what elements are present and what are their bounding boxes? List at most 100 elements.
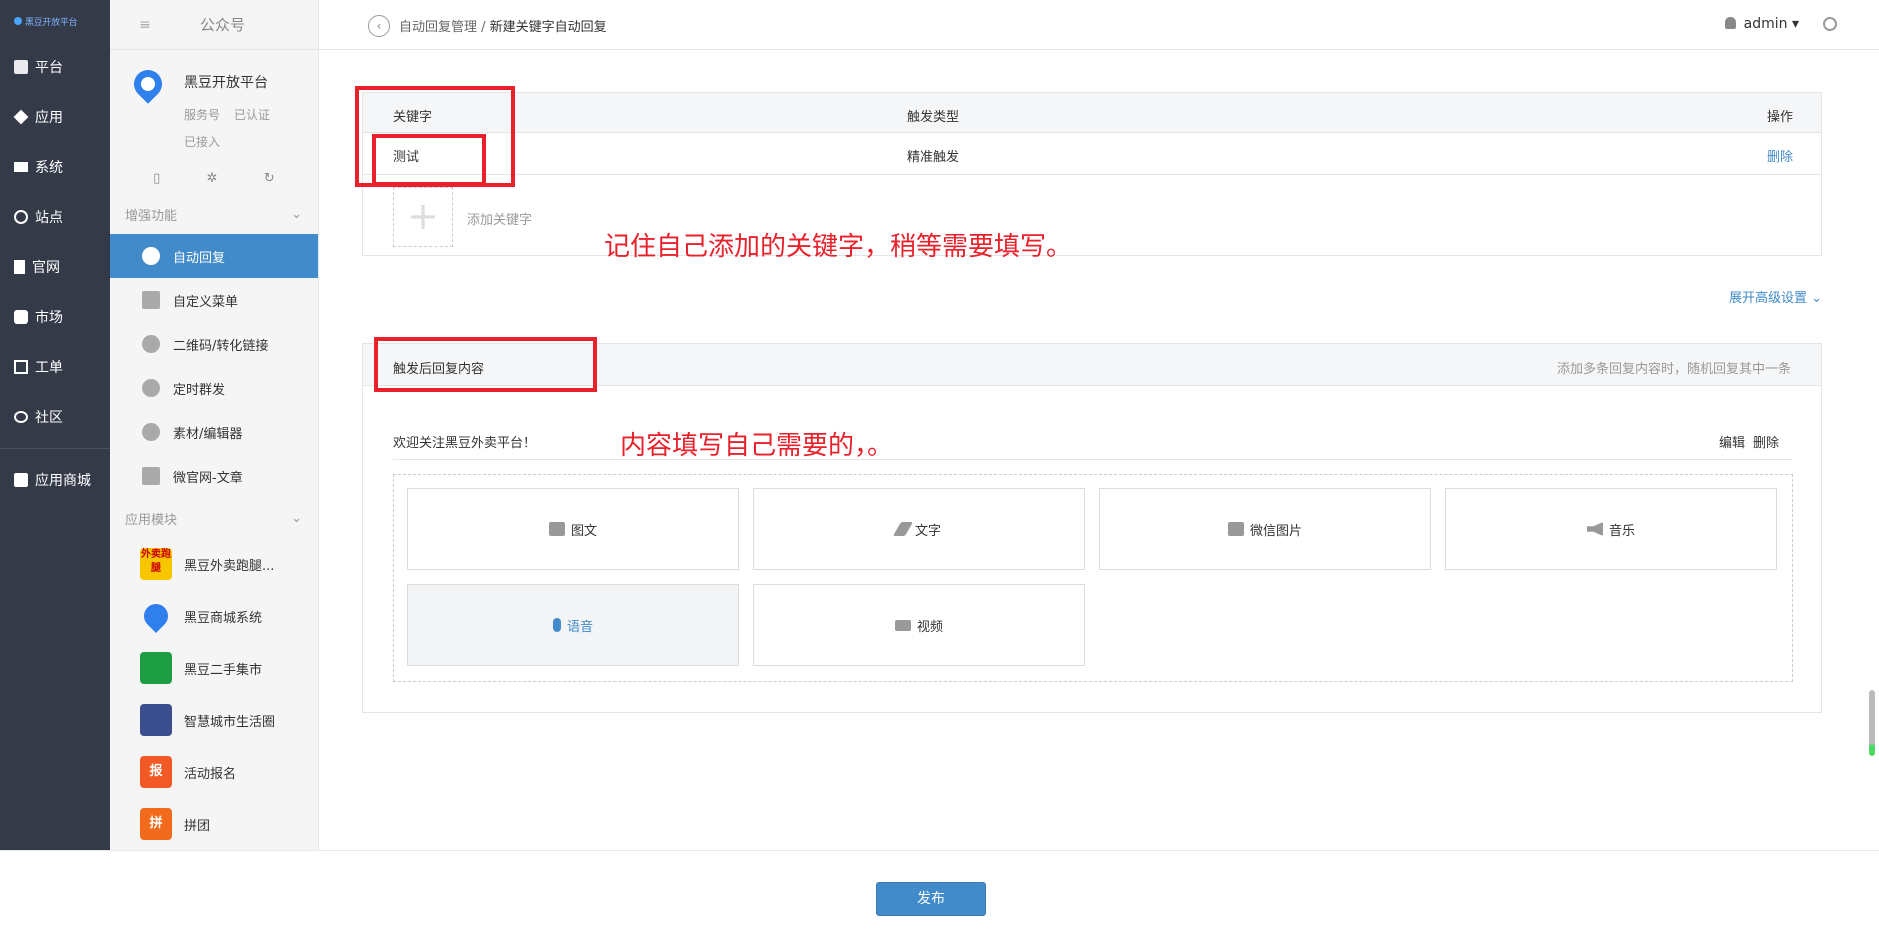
account-name: 黑豆开放平台 [184, 75, 268, 91]
tile-label: 音乐 [1608, 523, 1635, 539]
brand-logo[interactable]: 黑豆开放平台 [0, 0, 110, 42]
sidebar-item-label: 微官网-文章 [173, 470, 243, 486]
app-item-label: 黑豆二手集市 [184, 662, 263, 678]
back-arrow-icon[interactable]: ‹ [368, 15, 390, 37]
picture-icon [1227, 522, 1244, 536]
sidebar-item-label: 自定义菜单 [173, 294, 239, 310]
app-item-delivery[interactable]: 外卖跑腿 黑豆外卖跑腿... [110, 538, 318, 590]
gear-icon[interactable]: ✲ [207, 171, 218, 186]
nav-item-app-store[interactable]: 应用商城 [0, 455, 110, 505]
checkbox-icon [14, 360, 28, 374]
add-keyword-label[interactable]: 添加关键字 [467, 209, 532, 228]
nav-label: 站点 [35, 210, 63, 226]
nav-label: 工单 [35, 360, 63, 376]
advanced-label: 展开高级设置 [1728, 291, 1807, 306]
sidebar-item-label: 素材/编辑器 [173, 426, 243, 442]
reply-type-text[interactable]: 文字 [753, 488, 1085, 570]
reply-type-music[interactable]: 音乐 [1445, 488, 1777, 570]
top-header: ‹ 自动回复管理 / 新建关键字自动回复 admin ▾ [319, 0, 1879, 50]
trigger-value: 精准触发 [907, 150, 960, 165]
market-icon [14, 310, 28, 324]
refresh-icon[interactable]: ↻ [264, 171, 275, 186]
event-app-icon: 报 [140, 756, 172, 788]
notification-icon[interactable] [1823, 17, 1837, 31]
nav-item-website[interactable]: 官网 [0, 242, 110, 292]
reply-hint: 添加多条回复内容时，随机回复其中一条 [1556, 362, 1791, 377]
nav-label: 应用 [35, 110, 63, 126]
nav-label: 应用商城 [35, 473, 91, 489]
app-item-label: 活动报名 [184, 766, 237, 782]
reply-type-voice[interactable]: 语音 [407, 584, 739, 666]
sidebar-item-qrcode[interactable]: 二维码/转化链接 [110, 322, 318, 366]
edit-reply-link[interactable]: 编辑 [1719, 432, 1745, 451]
nav-item-system[interactable]: 系统 [0, 142, 110, 192]
nav-label: 系统 [35, 160, 63, 176]
breadcrumb-parent[interactable]: 自动回复管理 / [399, 20, 486, 35]
group-enhance[interactable]: 增强功能 ⌄ [110, 194, 318, 234]
edit-doc-icon [142, 291, 160, 309]
reply-type-video[interactable]: 视频 [753, 584, 1085, 666]
logo-icon [14, 17, 22, 25]
account-card: 黑豆开放平台 服务号 已认证 已接入 [110, 50, 318, 162]
delete-keyword-link[interactable]: 删除 [1767, 146, 1793, 165]
main-nav: 黑豆开放平台 平台 应用 系统 站点 官网 市场 工单 社区 应用商城 [0, 0, 110, 850]
keyword-table-header: 关键字 触发类型 操作 [363, 93, 1821, 133]
reply-panel: 触发后回复内容 添加多条回复内容时，随机回复其中一条 欢迎关注黑豆外卖平台！ 编… [362, 343, 1822, 713]
reply-type-grid: 图文 文字 微信图片 音乐 语音 视频 [393, 474, 1793, 682]
breadcrumb-current: 新建关键字自动回复 [489, 20, 607, 35]
user-name: admin [1743, 16, 1788, 32]
sidebar-item-scheduled-send[interactable]: 定时群发 [110, 366, 318, 410]
video-icon [894, 619, 911, 631]
nav-item-apps[interactable]: 应用 [0, 92, 110, 142]
app-item-secondhand[interactable]: 黑豆二手集市 [110, 642, 318, 694]
chat-icon [142, 247, 160, 265]
delete-reply-link[interactable]: 删除 [1753, 432, 1779, 451]
app-item-mall[interactable]: 黑豆商城系统 [110, 590, 318, 642]
reply-item: 欢迎关注黑豆外卖平台！ 编辑 删除 [393, 430, 1793, 460]
app-item-event[interactable]: 报活动报名 [110, 746, 318, 798]
nav-item-site[interactable]: 站点 [0, 192, 110, 242]
tile-label: 视频 [916, 619, 943, 635]
nav-item-market[interactable]: 市场 [0, 292, 110, 342]
group-label: 增强功能 [125, 208, 178, 224]
monitor-icon [14, 162, 28, 172]
sidebar-item-materials[interactable]: 素材/编辑器 [110, 410, 318, 454]
group-apps[interactable]: 应用模块 ⌄ [110, 498, 318, 538]
reply-type-image[interactable]: 微信图片 [1099, 488, 1431, 570]
user-icon [1724, 17, 1736, 29]
group-label: 应用模块 [125, 512, 178, 528]
app-item-group-buy[interactable]: 拼拼团 [110, 798, 318, 850]
pencil-icon [892, 522, 914, 536]
sidebar-item-custom-menu[interactable]: 自定义菜单 [110, 278, 318, 322]
reply-content: 欢迎关注黑豆外卖平台！ [393, 436, 537, 451]
chat-bubble-icon [14, 411, 28, 423]
mobile-icon[interactable]: ▯ [153, 171, 160, 186]
nav-item-ticket[interactable]: 工单 [0, 342, 110, 392]
expand-advanced-link[interactable]: 展开高级设置 ⌄ [1729, 287, 1822, 306]
chevron-down-icon: ⌄ [291, 206, 302, 222]
nav-item-community[interactable]: 社区 [0, 392, 110, 442]
annotation-note-content: 内容填写自己需要的，。 [620, 431, 894, 461]
sidebar-top: ≡ 公众号 [110, 0, 318, 50]
scrollbar[interactable] [1869, 690, 1875, 756]
tile-label: 图文 [570, 523, 597, 539]
account-tools: ▯ ✲ ↻ [110, 162, 318, 194]
sidebar-item-auto-reply[interactable]: 自动回复 [110, 234, 318, 278]
pencil-circle-icon [142, 423, 160, 441]
store-icon [14, 473, 28, 487]
cube-icon [13, 109, 29, 125]
plus-icon[interactable]: + [393, 187, 453, 247]
nav-item-platform[interactable]: 平台 [0, 42, 110, 92]
publish-button[interactable]: 发布 [876, 882, 986, 916]
reply-type-news[interactable]: 图文 [407, 488, 739, 570]
sidebar-item-micro-site[interactable]: 微官网-文章 [110, 454, 318, 498]
clock-icon [142, 379, 160, 397]
app-item-smart-city[interactable]: 智慧城市生活圈 [110, 694, 318, 746]
col-action: 操作 [1766, 110, 1793, 125]
hamburger-icon[interactable]: ≡ [130, 17, 160, 33]
nav-label: 社区 [35, 410, 63, 426]
user-menu[interactable]: admin ▾ [1724, 16, 1799, 32]
chevron-down-icon: ⌄ [291, 510, 302, 526]
caret-down-icon: ▾ [1791, 16, 1799, 32]
account-connected: 已接入 [184, 135, 221, 149]
